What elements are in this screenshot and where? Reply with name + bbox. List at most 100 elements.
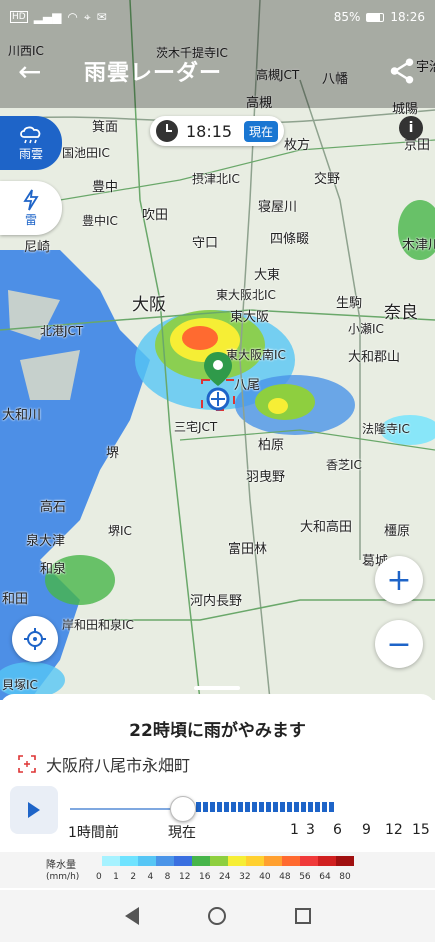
precipitation-legend: 降水量 (mm/h) 0 1 2 4 8 12 16 24 32 40 48 5… [0, 852, 435, 888]
wifi-icon: ◠ [67, 10, 78, 24]
map-place-label: 貝塚IC [2, 678, 38, 692]
legend-swatch [246, 856, 264, 866]
map-place-label: 岸和田和泉IC [62, 618, 134, 632]
rain-layer-button[interactable]: 雨雲 [0, 116, 62, 170]
share-icon[interactable] [387, 56, 417, 86]
legend-swatch [120, 856, 138, 866]
map-place-label: 摂津北IC [192, 172, 240, 186]
tick-label: 3 [306, 822, 315, 838]
map-place-label: 三宅JCT [174, 420, 218, 434]
map-place-label: 豊中IC [82, 214, 118, 228]
time-indicator[interactable]: 18:15 現在 [150, 116, 284, 146]
map-place-label: 吹田 [142, 208, 169, 223]
forecast-step [287, 802, 292, 812]
nav-home-icon[interactable] [207, 907, 226, 925]
nav-back-icon[interactable] [124, 907, 139, 925]
app-bar: ← 雨雲レーダー [0, 34, 435, 108]
map-place-label: 豊中 [92, 180, 119, 195]
map-place-label: 小瀬IC [348, 322, 384, 336]
current-location-button[interactable] [12, 616, 58, 662]
zoom-in-button[interactable]: + [375, 556, 423, 604]
sheet-handle[interactable] [194, 686, 240, 690]
location-name: 大阪府八尾市永畑町 [46, 756, 191, 775]
forecast-step [273, 802, 278, 812]
map-place-label: 堺IC [108, 524, 132, 538]
forecast-step [280, 802, 285, 812]
legend-swatch [210, 856, 228, 866]
page-title: 雨雲レーダー [84, 61, 223, 86]
play-icon [28, 802, 40, 818]
play-button[interactable] [10, 786, 58, 834]
map-place-label: 守口 [192, 236, 219, 251]
info-icon[interactable]: i [399, 116, 423, 140]
status-bar: HD ▂▄▆ ◠ ⌖ ✉ 85% 18:26 [0, 0, 435, 34]
location-status-icon: ⌖ [83, 9, 91, 24]
legend-swatch [174, 856, 192, 866]
forecast-step [259, 802, 264, 812]
forecast-step [238, 802, 243, 812]
legend-color-bar [102, 856, 354, 866]
thunder-layer-button[interactable]: 雷 [0, 181, 62, 235]
legend-swatch [156, 856, 174, 866]
now-badge: 現在 [243, 120, 278, 142]
map-place-label: 法隆寺IC [362, 422, 410, 436]
legend-swatch [102, 856, 120, 866]
map-place-label: 大和高田 [300, 520, 353, 535]
slider-knob[interactable] [170, 796, 196, 822]
map-place-label: 橿原 [384, 524, 411, 539]
slider-track-past [70, 808, 182, 810]
map-place-label: 箕面 [92, 120, 119, 135]
legend-swatch [318, 856, 336, 866]
forecast-step [301, 802, 306, 812]
forecast-step [252, 802, 257, 812]
map-place-label: 尼崎 [24, 240, 51, 255]
location-pin-icon [201, 352, 235, 411]
map-place-label: 堺 [106, 446, 120, 461]
legend-swatch [336, 856, 354, 866]
thunder-layer-label: 雷 [24, 212, 37, 227]
forecast-step [329, 802, 334, 812]
forecast-step [217, 802, 222, 812]
forecast-step [294, 802, 299, 812]
location-row[interactable]: 大阪府八尾市永畑町 [18, 752, 190, 776]
forecast-step [203, 802, 208, 812]
map-place-label: 東大阪 [230, 310, 270, 325]
legend-swatch [192, 856, 210, 866]
legend-values: 0 1 2 4 8 12 16 24 32 40 48 56 64 80 [96, 872, 351, 882]
system-nav-bar [0, 890, 435, 942]
forecast-step [315, 802, 320, 812]
message-icon: ✉ [96, 10, 107, 24]
map-place-label: 木津川 [402, 238, 435, 253]
back-arrow-icon[interactable]: ← [18, 55, 58, 88]
forecast-step [245, 802, 250, 812]
map-place-label: 富田林 [228, 542, 268, 557]
forecast-step [224, 802, 229, 812]
tick-label: 15 [412, 822, 430, 838]
current-time: 18:15 [186, 121, 233, 141]
forecast-sheet: 22時頃に雨がやみます 大阪府八尾市永畑町 1時間前 現在 1 3 6 9 12… [0, 686, 435, 942]
time-slider[interactable] [70, 796, 426, 822]
tick-label: 1 [290, 822, 299, 838]
tick-label: 1時間前 [68, 825, 119, 841]
map-place-label: 香芝IC [326, 458, 362, 472]
map-place-label: 高石 [40, 500, 67, 515]
forecast-step [231, 802, 236, 812]
zoom-out-button[interactable]: − [375, 620, 423, 668]
map-place-label: 国池田IC [62, 146, 110, 160]
tick-label: 9 [362, 822, 371, 838]
signal-icon: ▂▄▆ [33, 10, 62, 24]
map-place-label: 大和川 [2, 408, 42, 423]
nav-recents-icon[interactable] [294, 908, 311, 924]
rain-forecast-headline: 22時頃に雨がやみます [129, 721, 306, 741]
legend-swatch [264, 856, 282, 866]
clock-time: 18:26 [390, 10, 425, 24]
map-place-label: 大阪 [132, 295, 166, 315]
battery-icon [366, 12, 385, 22]
tick-label: 6 [333, 822, 342, 838]
map-place-label: 生駒 [336, 296, 363, 311]
location-frame-icon [18, 755, 36, 773]
rain-layer-label: 雨雲 [18, 146, 43, 161]
forecast-step [210, 802, 215, 812]
legend-swatch [300, 856, 318, 866]
slider-forecast-steps [196, 802, 334, 814]
